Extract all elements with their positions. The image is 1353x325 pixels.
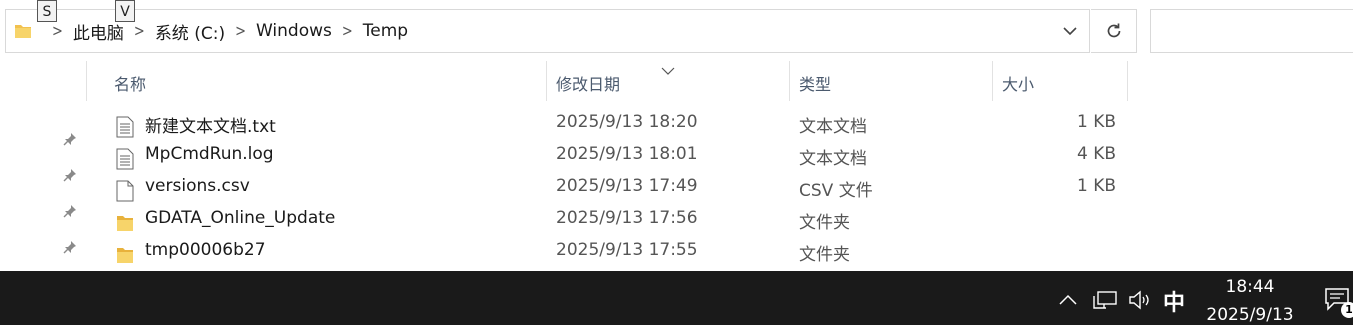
file-date: 2025/9/13 17:56 — [556, 208, 698, 228]
file-date: 2025/9/13 17:49 — [556, 176, 698, 196]
file-size: 1 KB — [1076, 176, 1116, 196]
column-header-size[interactable]: 大小 — [1002, 71, 1034, 95]
speaker-icon[interactable] — [1128, 290, 1152, 314]
column-divider[interactable] — [789, 61, 790, 101]
column-divider[interactable] — [546, 61, 547, 101]
breadcrumb-this-pc[interactable]: 此电脑 — [73, 19, 124, 44]
file-date: 2025/9/13 18:20 — [556, 112, 698, 132]
file-row[interactable]: MpCmdRun.log 2025/9/13 18:01 文本文档 4 KB — [0, 144, 1353, 176]
file-name[interactable]: 新建文本文档.txt — [145, 112, 276, 137]
folder-icon — [14, 23, 32, 39]
file-type: 文本文档 — [799, 117, 867, 137]
breadcrumb-temp[interactable]: Temp — [363, 21, 408, 41]
address-bar[interactable]: > 此电脑 > 系统 (C:) > Windows > Temp — [5, 9, 1090, 53]
file-name[interactable]: MpCmdRun.log — [145, 144, 274, 164]
file-date: 2025/9/13 18:01 — [556, 144, 698, 164]
notification-count-badge: 1 — [1341, 302, 1353, 318]
file-name[interactable]: tmp00006b27 — [145, 240, 266, 260]
file-date: 2025/9/13 17:55 — [556, 240, 698, 260]
file-type: 文件夹 — [799, 213, 850, 233]
refresh-button[interactable] — [1091, 9, 1137, 53]
text-file-icon — [116, 116, 134, 142]
file-type: 文件夹 — [799, 245, 850, 265]
file-row[interactable]: versions.csv 2025/9/13 17:49 CSV 文件 1 KB — [0, 176, 1353, 208]
text-file-icon — [116, 148, 134, 174]
file-size: 4 KB — [1076, 144, 1116, 164]
network-icon[interactable] — [1092, 290, 1118, 314]
chevron-right-icon[interactable]: > — [52, 22, 63, 41]
column-header-name[interactable]: 名称 — [114, 71, 146, 95]
file-type: CSV 文件 — [799, 181, 873, 201]
file-row[interactable]: 新建文本文档.txt 2025/9/13 18:20 文本文档 1 KB — [0, 112, 1353, 144]
chevron-right-icon[interactable]: > — [134, 22, 145, 41]
breadcrumb: > 此电脑 > 系统 (C:) > Windows > Temp — [14, 10, 408, 52]
chevron-down-icon[interactable] — [1062, 23, 1078, 39]
file-row[interactable]: GDATA_Online_Update 2025/9/13 17:56 文件夹 — [0, 208, 1353, 240]
file-row[interactable]: tmp00006b27 2025/9/13 17:55 文件夹 — [0, 240, 1353, 272]
search-input[interactable] — [1150, 9, 1353, 53]
sort-descending-icon — [661, 60, 675, 79]
ime-indicator[interactable]: 中 — [1163, 285, 1185, 317]
file-name[interactable]: versions.csv — [145, 176, 250, 196]
column-divider[interactable] — [992, 61, 993, 101]
clock-date[interactable]: 2025/9/13 — [1200, 305, 1300, 325]
folder-icon — [116, 214, 134, 236]
key-tip-s: S — [37, 0, 57, 22]
refresh-icon — [1107, 23, 1120, 38]
breadcrumb-drive-c[interactable]: 系统 (C:) — [155, 19, 225, 44]
chevron-up-icon[interactable] — [1058, 291, 1078, 310]
chevron-right-icon[interactable]: > — [235, 22, 246, 41]
clock-time[interactable]: 18:44 — [1203, 277, 1297, 297]
file-type: 文本文档 — [799, 149, 867, 169]
column-header-type[interactable]: 类型 — [799, 71, 831, 95]
file-name[interactable]: GDATA_Online_Update — [145, 208, 335, 228]
chevron-right-icon[interactable]: > — [342, 22, 353, 41]
taskbar: 中 18:44 2025/9/13 1 — [0, 271, 1353, 325]
breadcrumb-windows[interactable]: Windows — [256, 21, 332, 41]
blank-file-icon — [116, 180, 134, 206]
file-size: 1 KB — [1076, 112, 1116, 132]
column-divider — [86, 61, 87, 101]
column-header-date[interactable]: 修改日期 — [556, 71, 620, 95]
key-tip-v: V — [115, 0, 135, 22]
folder-icon — [116, 246, 134, 268]
column-divider[interactable] — [1127, 61, 1128, 101]
